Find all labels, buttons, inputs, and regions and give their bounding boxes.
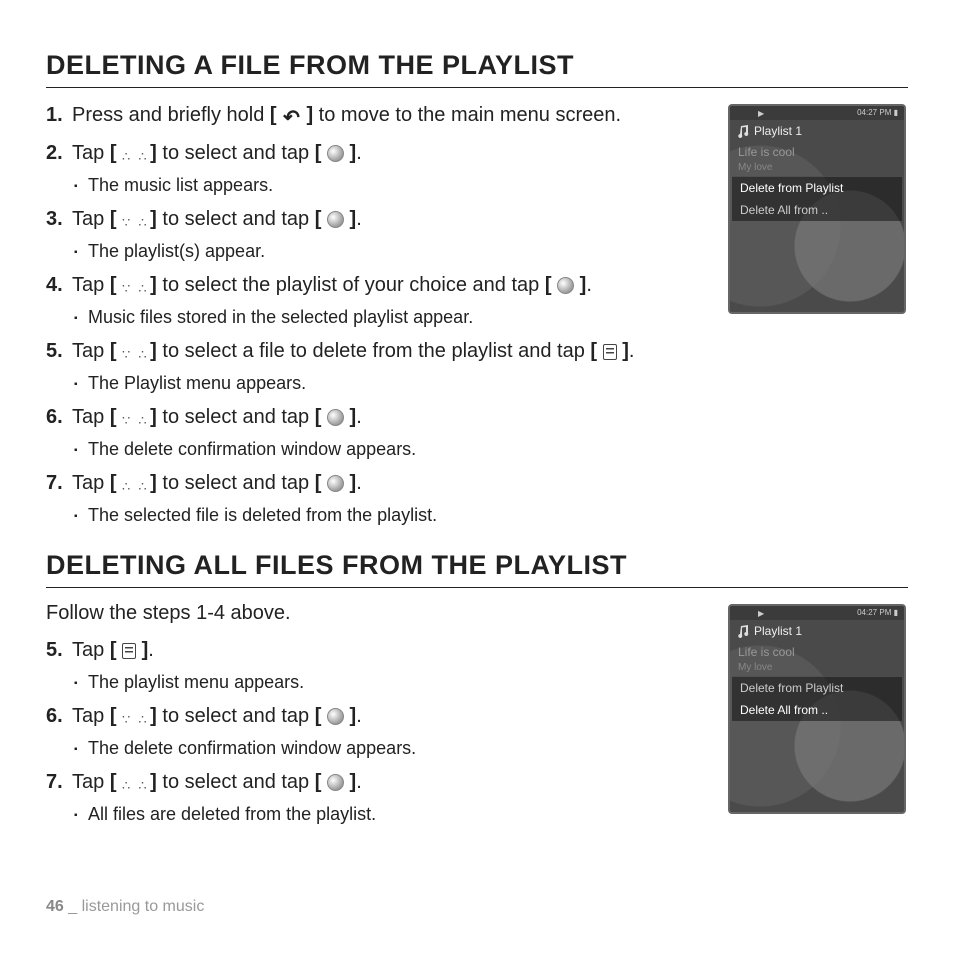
step-sub: The music list appears. [46,175,704,196]
play-icon: ▶ [758,609,764,618]
page-number: 46 [46,898,64,915]
music-note-icon [736,124,750,138]
step-sub: Music files stored in the selected playl… [46,307,704,328]
step-sub: The delete confirmation window appears. [46,738,704,759]
step-sub: All files are deleted from the playlist. [46,804,704,825]
step-sub: The delete confirmation window appears. [46,439,704,460]
device2-menu1: Delete All from .. [732,699,902,721]
device2-row0: Life is cool [730,642,904,662]
device2-menu0: Delete from Playlist [732,677,902,699]
device2-title: Playlist 1 [754,624,802,638]
page-footer: 46 _ listening to music [46,898,204,916]
step-item: 7.Tap [ ∴∴ ] to select and tap [ ]. [46,470,704,497]
steps-section2: Follow the steps 1-4 above. 5.Tap [ ]. Th… [46,602,704,843]
step-item: 6.Tap [ ∵∴ ] to select and tap [ ]. [46,404,704,431]
section2-intro: Follow the steps 1-4 above. [46,602,704,625]
battery-icon: ▮ [894,108,898,117]
device2-time: 04:27 PM [857,608,891,617]
step-item: 5.Tap [ ]. [46,637,704,664]
step-sub: The Playlist menu appears. [46,373,704,394]
footer-sep: _ [64,898,82,915]
heading-delete-all: DELETING ALL FILES FROM THE PLAYLIST [46,550,908,588]
step-item: 6.Tap [ ∵∴ ] to select and tap [ ]. [46,703,704,730]
device1-time: 04:27 PM [857,108,891,117]
play-icon: ▶ [758,109,764,118]
step-item: 4.Tap [ ∵∴ ] to select the playlist of y… [46,272,704,299]
chapter-name: listening to music [82,898,205,915]
step-item: 1.Press and briefly hold [ ↶ ] to move t… [46,102,704,132]
device1-menu1: Delete All from .. [732,199,902,221]
battery-icon: ▮ [894,608,898,617]
music-note-icon [736,624,750,638]
heading-delete-file: DELETING A FILE FROM THE PLAYLIST [46,50,908,88]
device-screenshot-2: ▶ 04:27 PM ▮ Playlist 1 Life is cool My … [728,604,908,843]
step-sub: The selected file is deleted from the pl… [46,505,704,526]
step-item: 3.Tap [ ∵∴ ] to select and tap [ ]. [46,206,704,233]
step-sub: The playlist menu appears. [46,672,704,693]
step-item: 7.Tap [ ∴∴ ] to select and tap [ ]. [46,769,704,796]
device-screenshot-1: ▶ 04:27 PM ▮ Playlist 1 Life is cool My … [728,104,908,544]
device2-row1: My love [730,662,904,676]
device1-row1: My love [730,162,904,176]
step-item: 5.Tap [ ∵∴ ] to select a file to delete … [46,338,704,365]
steps-section1: 1.Press and briefly hold [ ↶ ] to move t… [46,102,704,544]
device1-title: Playlist 1 [754,124,802,138]
device1-menu0: Delete from Playlist [732,177,902,199]
step-item: 2.Tap [ ∴∴ ] to select and tap [ ]. [46,140,704,167]
device1-row0: Life is cool [730,142,904,162]
step-sub: The playlist(s) appear. [46,241,704,262]
